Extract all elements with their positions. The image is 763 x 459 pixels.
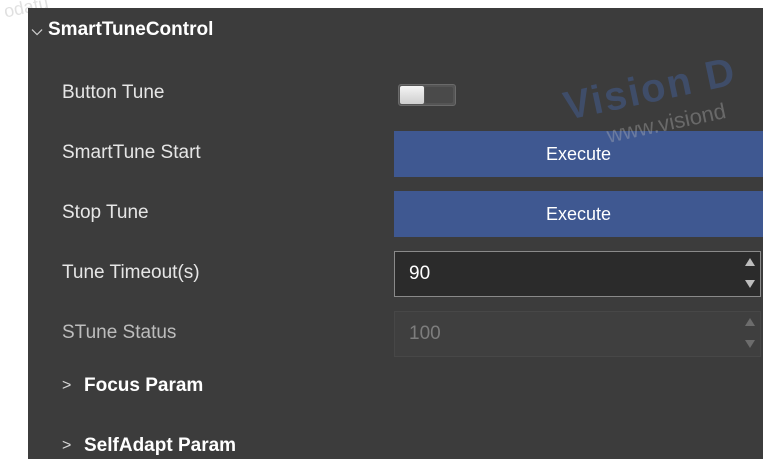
row-stune-status: STune Status: [28, 308, 763, 358]
stune-status-stepper: [744, 316, 756, 352]
group-selfadapt-param[interactable]: > SelfAdapt Param: [62, 426, 236, 459]
section-header-smarttunecontrol[interactable]: ⌵ SmartTuneControl: [28, 18, 214, 42]
button-tune-toggle[interactable]: [398, 84, 456, 106]
smarttune-start-label: SmartTune Start: [62, 142, 201, 163]
row-tune-timeout: Tune Timeout(s): [28, 248, 763, 298]
arrow-down-icon[interactable]: [745, 280, 755, 288]
stune-status-label: STune Status: [62, 322, 177, 343]
smarttune-start-execute-button[interactable]: Execute: [394, 131, 763, 177]
focus-param-label: Focus Param: [84, 375, 204, 396]
row-button-tune: Button Tune: [28, 68, 763, 118]
stune-status-input: [409, 312, 709, 356]
group-focus-param[interactable]: > Focus Param: [62, 366, 203, 406]
tune-timeout-input[interactable]: [409, 252, 709, 296]
smarttune-control-panel: ⌵ SmartTuneControl Button Tune SmartTune…: [28, 8, 763, 459]
chevron-right-icon[interactable]: >: [62, 426, 84, 459]
row-smarttune-start: SmartTune Start Execute: [28, 128, 763, 178]
section-title: SmartTuneControl: [48, 19, 214, 40]
stop-tune-label: Stop Tune: [62, 202, 149, 223]
tune-timeout-stepper[interactable]: [744, 256, 756, 292]
toggle-track: [425, 87, 453, 103]
row-stop-tune: Stop Tune Execute: [28, 188, 763, 238]
stop-tune-execute-button[interactable]: Execute: [394, 191, 763, 237]
chevron-down-icon[interactable]: ⌵: [28, 22, 46, 39]
selfadapt-param-label: SelfAdapt Param: [84, 435, 237, 456]
tune-timeout-spinbox[interactable]: [394, 251, 761, 297]
arrow-up-icon: [745, 318, 755, 326]
arrow-down-icon: [745, 340, 755, 348]
toggle-knob: [400, 86, 424, 104]
chevron-right-icon[interactable]: >: [62, 366, 84, 406]
arrow-up-icon[interactable]: [745, 258, 755, 266]
stune-status-spinbox: [394, 311, 761, 357]
button-tune-label: Button Tune: [62, 82, 165, 103]
tune-timeout-label: Tune Timeout(s): [62, 262, 200, 283]
